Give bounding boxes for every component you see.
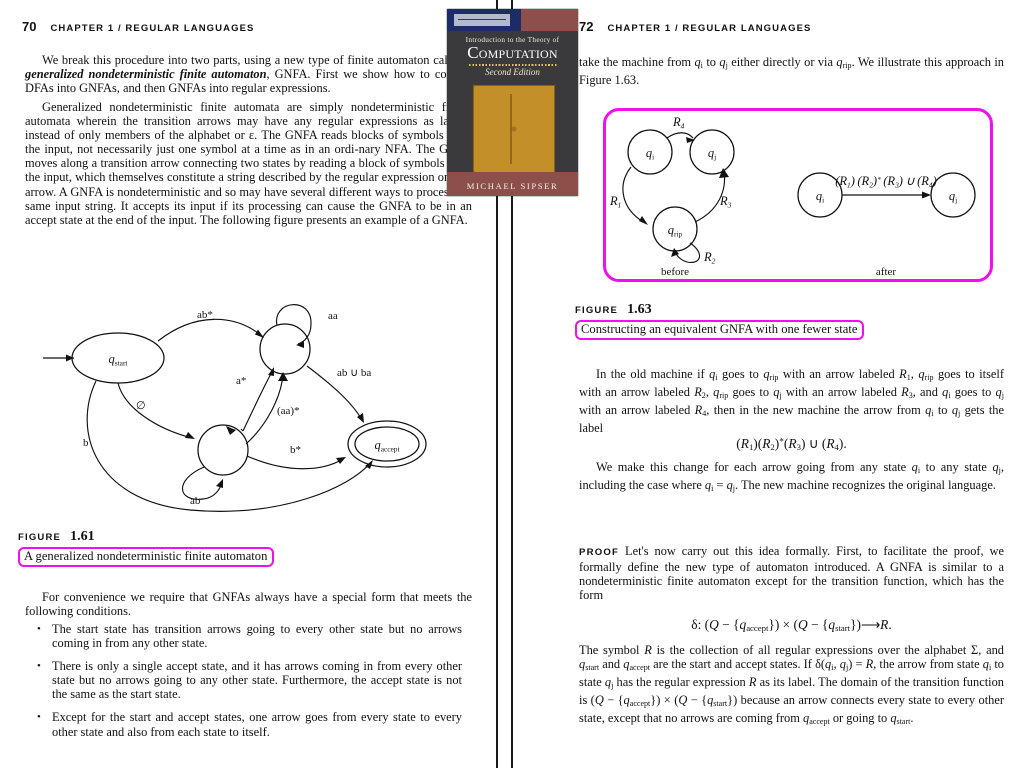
edge-label-ab: ab [190,495,201,507]
gnfa-conditions-list: The start state has transition arrows go… [32,622,462,748]
list-item: There is only a single accept state, and… [49,659,462,701]
edge-qi-qrip-R1 [622,166,648,225]
edge-q2-q1 [226,367,274,435]
edge-label-ab-star: ab* [197,309,213,321]
figure-caption-text: Constructing an equivalent GNFA with one… [575,320,865,340]
proof-block: PROOF Let's now carry out this idea form… [579,544,1004,602]
list-item: The start state has transition arrows go… [49,622,462,650]
edge-qi-qj-R4 [666,132,695,143]
edge-label-after-expression: (R1) (R2)* (R3) ∪ (R4) [835,174,937,190]
edge-qrip-self-R2 [671,242,700,264]
edge-label-b: b [83,437,89,449]
before-state-qi-label: qi [646,146,654,162]
after-caption: after [876,266,896,278]
figure-1-63-caption: FIGURE 1.63 Constructing an equivalent GN… [575,300,865,340]
display-math-2: δ: (Q − {qaccept}) × (Q − {qstart})⟶R. [691,617,892,634]
publisher-logo-icon [454,14,510,26]
gnfa-conditions-ul: The start state has transition arrows go… [32,622,462,739]
figure-number: 1.61 [70,529,95,544]
figure-1-61-diagram: qstart qaccept ab* aa ∅ b a* (aa)* ab ∪ … [43,304,427,512]
right-paragraph-3: We make this change for each arrow going… [579,460,1004,493]
edge-label-aa: aa [328,310,338,322]
figure-number: 1.63 [627,302,652,317]
state-qaccept-label: qaccept [374,438,400,454]
edge-label-emptyset: ∅ [136,400,146,412]
left-chapter-title: CHAPTER 1 / REGULAR LANGUAGES [50,23,255,34]
state-q1 [259,323,311,375]
right-chapter-title: CHAPTER 1 / REGULAR LANGUAGES [607,23,812,34]
edge-label-aa-star: (aa)* [277,405,300,417]
proof-text: Let's now carry out this idea formally. … [579,544,1004,603]
left-running-head: 70 CHAPTER 1 / REGULAR LANGUAGES [22,18,254,36]
left-page: 70 CHAPTER 1 / REGULAR LANGUAGES We break… [0,0,497,768]
edge-qstart-q2 [117,382,195,439]
proof-label: PROOF [579,547,620,558]
right-running-head: 72 CHAPTER 1 / REGULAR LANGUAGES [579,18,811,36]
edge-q1-self [276,304,312,348]
left-paragraph-3: For convenience we require that GNFAs al… [25,590,472,619]
before-state-qrip-label: qrip [668,223,683,239]
left-paragraph-1: We break this procedure into two parts, … [25,53,472,96]
left-paragraph-2: Generalized nondeterministic finite auto… [25,100,472,227]
figure-label: FIGURE [18,532,62,543]
edge-q2-qaccept [246,455,346,470]
right-page-number: 72 [579,19,594,34]
right-page: 72 CHAPTER 1 / REGULAR LANGUAGES take the… [527,0,1024,768]
edge-q2-self [181,466,223,500]
before-caption: before [661,266,689,278]
edge-label-R2: R2 [703,250,716,266]
figure-label: FIGURE [575,305,619,316]
edge-qstart-q1 [157,318,264,342]
right-paragraph-2: In the old machine if qi goes to qrip wi… [579,367,1004,436]
state-q2 [197,424,249,476]
after-state-qj-label: qj [949,189,957,205]
list-item: Except for the start and accept states, … [49,710,462,738]
figure-caption-text: A generalized nondeterministic finite au… [18,547,275,567]
display-math-1: (R1)(R2)*(R3) ∪ (R4). [736,436,847,453]
edge-label-ab-union-ba: ab ∪ ba [337,367,371,379]
edge-label-R4: R4 [672,115,685,131]
start-arrow [43,354,74,362]
figure-1-61-caption: FIGURE 1.61 A generalized nondeterministi… [18,527,275,567]
edge-qstart-qaccept [86,380,373,512]
right-paragraph-5: The symbol R is the collection of all re… [579,643,1004,727]
before-state-qj-label: qj [708,146,716,162]
edge-label-R1: R1 [609,194,621,210]
left-page-number: 70 [22,19,37,34]
edge-label-R3: R3 [719,194,732,210]
edge-after-qi-qj [842,191,931,199]
edge-label-a-star: a* [236,375,246,387]
right-paragraph-1: take the machine from qi to qj either di… [579,55,1004,88]
edge-label-b-star: b* [290,444,301,456]
after-state-qi-label: qi [816,189,824,205]
state-qstart-label: qstart [109,352,129,368]
figure-1-63-diagram: qi qj qrip R4 R1 R2 R3 qi qj (R1) (R2)* … [609,115,976,278]
